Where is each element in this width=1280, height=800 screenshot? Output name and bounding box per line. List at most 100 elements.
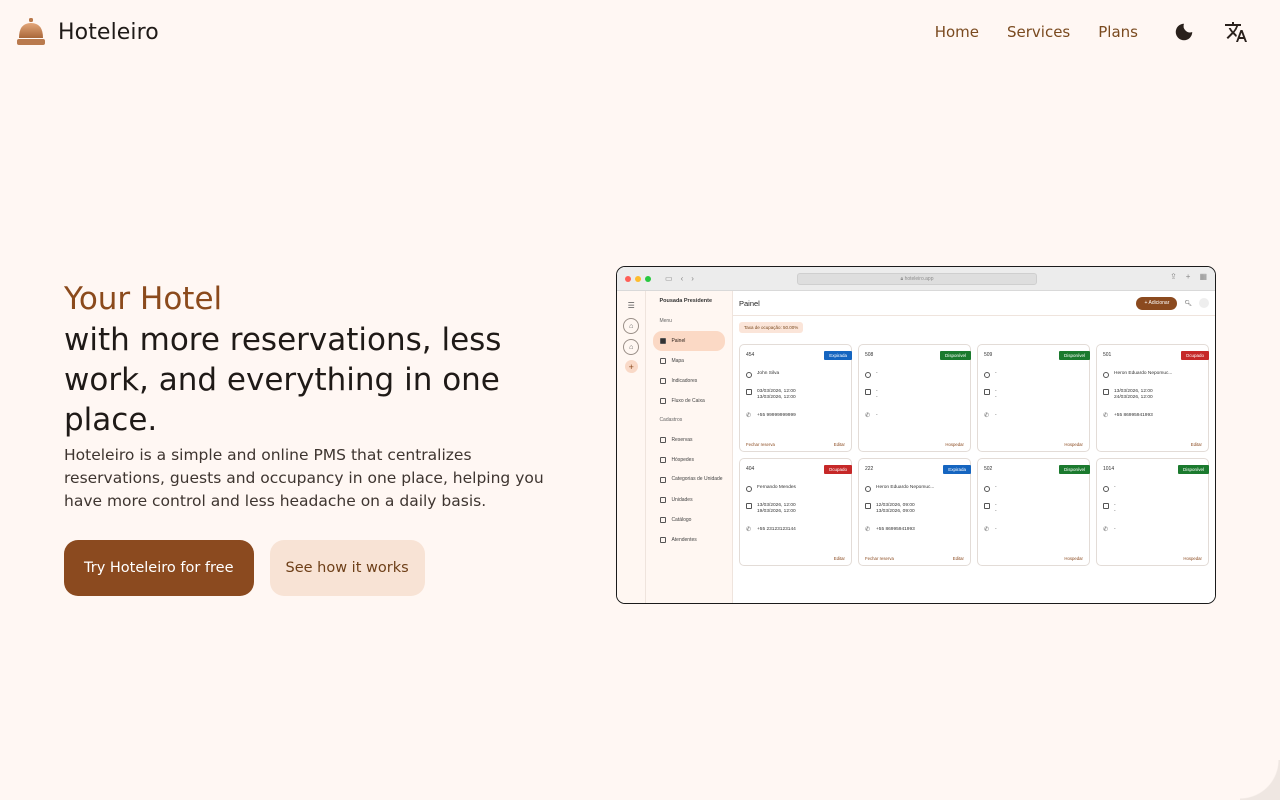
sidebar-toggle-icon: ▭	[665, 274, 673, 283]
sidebar-section-menu: Menu	[659, 318, 672, 324]
dates-row: - -	[1103, 503, 1202, 516]
guest-name: Heron Eduardo Nepomuc...	[1114, 371, 1173, 376]
add-label: + Adicionar	[1136, 296, 1178, 310]
close-dot-icon	[625, 275, 631, 282]
guest-row: Heron Eduardo Nepomuc...	[865, 485, 964, 492]
stay-dates: 12/03/2026, 09:00 13/03/2026, 09:00	[876, 502, 915, 515]
sidebar-item-painel: Painel	[653, 331, 725, 351]
card-left-action: Fechar reserva	[746, 442, 775, 447]
room-number: 508	[865, 352, 874, 358]
app-rail: ☰ ⌂ ⌂ +	[617, 291, 647, 603]
room-card: 508 Disponível - - - ✆ - Hospedar	[858, 344, 971, 452]
phone-row: ✆ +55 86995941993	[865, 527, 964, 534]
guest-phone: +55 23123123144	[757, 526, 796, 532]
address-bar: 🔒︎ hoteleiro.app	[797, 273, 1037, 285]
guest-name: -	[1114, 485, 1116, 490]
sidebar-item-atendentes: Atendentes	[653, 530, 725, 550]
guest-row: John Silva	[746, 371, 845, 378]
calendar-icon	[746, 503, 752, 509]
nav-plans[interactable]: Plans	[1084, 15, 1152, 49]
sidebar-item-reservas: Reservas	[653, 430, 725, 450]
room-number: 404	[746, 466, 755, 472]
guest-row: -	[1103, 485, 1202, 492]
service-bell-icon	[17, 18, 45, 45]
lock-icon: 🔒︎	[900, 276, 904, 282]
try-free-button[interactable]: Try Hoteleiro for free	[64, 540, 254, 596]
card-right-action: Editar	[1190, 442, 1202, 447]
avatar	[1199, 298, 1209, 308]
room-card-header: 1014 Disponível	[1103, 464, 1209, 474]
user-icon	[865, 371, 871, 378]
guest-name: -	[876, 371, 878, 376]
calendar-icon	[1103, 503, 1109, 509]
guest-name: John Silva	[757, 371, 780, 376]
maximize-dot-icon	[645, 275, 651, 282]
see-how-button[interactable]: See how it works	[269, 540, 425, 596]
room-number: 454	[746, 352, 755, 358]
phone-icon: ✆	[1103, 527, 1109, 533]
app-body: ☰ ⌂ ⌂ + Pousada Presidente Menu Painel M…	[617, 291, 1215, 603]
phone-icon: ✆	[865, 413, 871, 419]
nav-services[interactable]: Services	[993, 15, 1084, 49]
user-icon	[984, 485, 990, 492]
content-divider	[733, 315, 1215, 316]
room-card: 404 Ocupado Fernando Mendes 13/03/2026, 12:…	[739, 458, 852, 566]
stay-dates: - -	[876, 388, 878, 401]
dates-row: 13/03/2026, 12:00 24/03/2026, 12:00	[1103, 389, 1202, 402]
app-content: Painel + Adicionar 🔍︎ Taxa de ocupação: …	[733, 291, 1215, 603]
room-number: 1014	[1103, 466, 1115, 472]
dashboard-icon	[660, 338, 667, 344]
card-right-action: Editar	[952, 556, 964, 561]
guest-name: -	[995, 371, 997, 376]
card-actions: Hospedar	[865, 442, 964, 447]
corner-decoration	[1240, 760, 1280, 800]
browser-actions: ⇪ + ▦	[1170, 272, 1207, 281]
sidebar-item-label: Atendentes	[671, 537, 697, 543]
phone-row: ✆ -	[1103, 527, 1202, 534]
top-bar: Hoteleiro Home Services Plans	[0, 0, 1280, 64]
guest-row: Fernando Mendes	[746, 485, 845, 492]
phone-row: ✆ +55 99999999999	[746, 413, 845, 420]
calendar-icon	[865, 503, 871, 509]
app-sidebar: Pousada Presidente Menu Painel Mapa Indi…	[646, 291, 733, 603]
language-button[interactable]	[1216, 12, 1256, 52]
hero-title: with more reservations, less work, and e…	[64, 322, 502, 438]
card-right-action: Editar	[833, 556, 845, 561]
nav-home[interactable]: Home	[921, 15, 993, 49]
room-card: 454 Expirada John Silva 03/03/2026, 12:00 1…	[739, 344, 852, 452]
guest-row: Heron Eduardo Nepomuc...	[1103, 371, 1202, 378]
browser-chrome: ▭ ‹ › 🔒︎ hoteleiro.app ⇪ + ▦	[617, 267, 1215, 291]
dates-row: 03/03/2026, 12:00 13/03/2026, 12:00	[746, 389, 845, 402]
brand-name: Hoteleiro	[58, 19, 159, 45]
guest-phone: +55 86995941993	[876, 526, 915, 532]
sidebar-section-cadastros: Cadastros	[659, 417, 683, 423]
card-actions: Editar	[746, 556, 845, 561]
chart-icon	[660, 378, 667, 384]
theme-toggle-button[interactable]	[1164, 12, 1204, 52]
content-actions: + Adicionar 🔍︎	[1136, 296, 1209, 310]
minimize-dot-icon	[635, 275, 641, 282]
search-icon: 🔍︎	[1184, 300, 1192, 307]
sidebar-item-label: Catálogo	[671, 517, 692, 523]
brand[interactable]: Hoteleiro	[16, 17, 159, 47]
map-icon	[660, 358, 667, 364]
room-card: 509 Disponível - - - ✆ - Hospedar	[977, 344, 1090, 452]
room-card-header: 509 Disponível	[984, 350, 1090, 360]
room-card: 502 Disponível - - - ✆ - Hospedar	[977, 458, 1090, 566]
sidebar-item-mapa: Mapa	[653, 351, 725, 371]
guest-row: -	[984, 485, 1083, 492]
catalog-icon	[660, 517, 667, 523]
hero-section: Your Hotel with more reservations, less …	[64, 278, 544, 596]
guest-row: -	[865, 371, 964, 378]
guest-phone: -	[1114, 526, 1116, 532]
stay-dates: - -	[995, 502, 997, 515]
room-card-header: 501 Ocupado	[1103, 350, 1209, 360]
sidebar-item-categorias: Categorias de Unidade	[653, 470, 725, 490]
room-card: 1014 Disponível - - - ✆ - Hospedar	[1096, 458, 1209, 566]
dates-row: 12/03/2026, 09:00 13/03/2026, 09:00	[865, 503, 964, 516]
room-number: 222	[865, 466, 874, 472]
guest-phone: +55 86995941993	[1114, 412, 1153, 418]
sidebar-item-label: Painel	[671, 338, 686, 344]
room-card-header: 508 Disponível	[865, 350, 971, 360]
phone-icon: ✆	[1103, 413, 1109, 419]
